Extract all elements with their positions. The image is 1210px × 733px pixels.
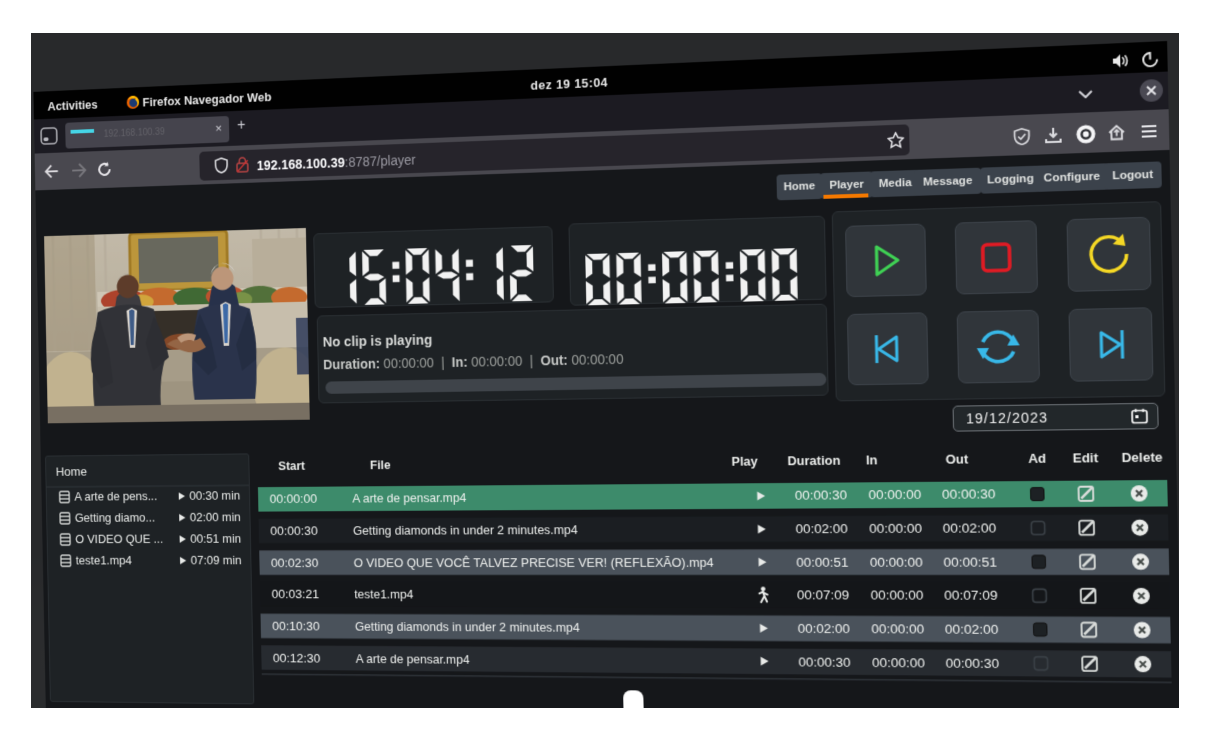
svg-text:teste1.mp4: teste1.mp4 (76, 555, 133, 568)
svg-text:00:51 min: 00:51 min (190, 534, 241, 547)
svg-text:00:10:30: 00:10:30 (272, 619, 320, 634)
svg-text:00:00:00: 00:00:00 (269, 492, 317, 507)
svg-text:00:00:00: 00:00:00 (868, 487, 921, 503)
svg-text:00:00:00: 00:00:00 (870, 588, 923, 604)
svg-text:00:00:51: 00:00:51 (943, 554, 997, 570)
svg-text:A arte de pensar.mp4: A arte de pensar.mp4 (352, 493, 467, 507)
svg-text:00:12:30: 00:12:30 (273, 650, 321, 665)
svg-text:Start: Start (278, 460, 305, 473)
svg-text:02:00 min: 02:00 min (190, 512, 241, 525)
svg-text:00:30 min: 00:30 min (189, 491, 240, 504)
svg-text:00:00:30: 00:00:30 (945, 655, 999, 671)
svg-text:00:00:00: 00:00:00 (872, 654, 925, 670)
svg-text:00:00:00: 00:00:00 (870, 554, 923, 570)
svg-text:Home: Home (56, 464, 88, 479)
svg-text:Getting diamonds in under 2 mi: Getting diamonds in under 2 minutes.mp4 (355, 621, 581, 635)
svg-text:O VIDEO QUE ...: O VIDEO QUE ... (75, 534, 163, 547)
svg-text:File: File (370, 459, 391, 472)
svg-text:00:07:09: 00:07:09 (797, 588, 850, 604)
svg-text:In: In (866, 454, 878, 467)
svg-text:00:02:00: 00:02:00 (798, 621, 851, 637)
svg-text:Getting diamonds in under 2 mi: Getting diamonds in under 2 minutes.mp4 (353, 524, 578, 538)
svg-text:00:00:00: 00:00:00 (871, 621, 924, 637)
svg-text:A arte de pens...: A arte de pens... (74, 491, 157, 504)
svg-text:teste1.mp4: teste1.mp4 (354, 589, 414, 602)
svg-text:00:03:21: 00:03:21 (271, 587, 319, 602)
svg-text:A arte de pensar.mp4: A arte de pensar.mp4 (356, 653, 471, 667)
svg-text:00:00:30: 00:00:30 (795, 488, 848, 504)
svg-text:00:00:30: 00:00:30 (798, 654, 851, 670)
svg-text:00:00:30: 00:00:30 (942, 487, 996, 503)
svg-text:O VIDEO QUE VOCÊ TALVEZ PRECIS: O VIDEO QUE VOCÊ TALVEZ PRECISE VER! (RE… (354, 556, 715, 570)
svg-text:Play: Play (731, 456, 758, 469)
svg-text:Delete: Delete (1121, 451, 1163, 465)
svg-text:00:02:00: 00:02:00 (945, 621, 999, 637)
svg-text:00:07:09: 00:07:09 (944, 588, 998, 604)
svg-text:Ad: Ad (1028, 453, 1046, 467)
svg-text:00:02:00: 00:02:00 (943, 520, 997, 536)
svg-text:00:00:51: 00:00:51 (796, 554, 849, 570)
svg-text:07:09 min: 07:09 min (191, 555, 242, 568)
svg-text:00:00:30: 00:00:30 (270, 523, 318, 538)
svg-text:Edit: Edit (1073, 452, 1099, 466)
svg-text:Getting diamo...: Getting diamo... (75, 513, 155, 526)
svg-text:00:02:00: 00:02:00 (795, 521, 848, 537)
svg-text:00:02:30: 00:02:30 (271, 555, 319, 570)
svg-text:Out: Out (945, 453, 968, 467)
svg-text:Duration: Duration (787, 455, 840, 469)
svg-text:00:00:00: 00:00:00 (869, 521, 922, 537)
